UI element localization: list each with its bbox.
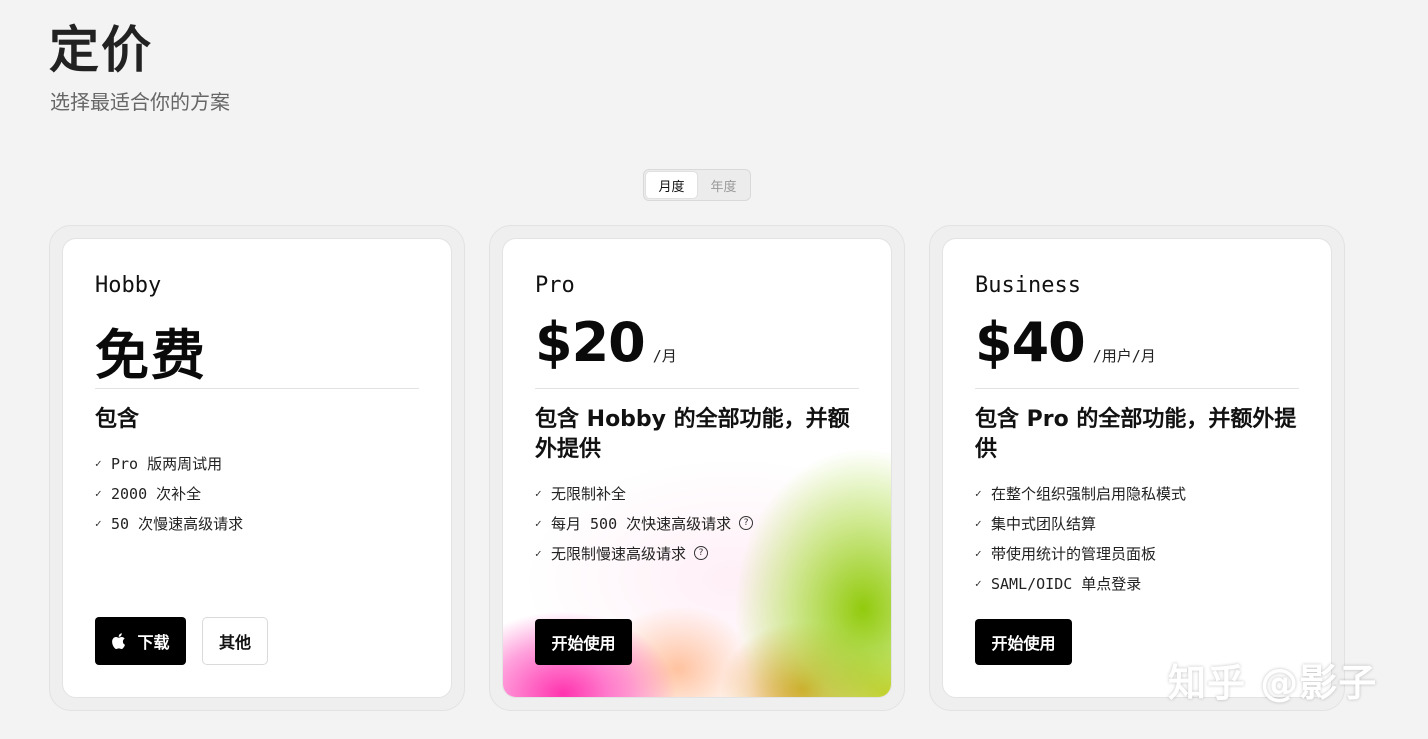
feature-item: ✓ 无限制慢速高级请求?	[535, 538, 753, 568]
divider	[975, 388, 1299, 389]
price-unit: /月	[652, 347, 677, 365]
check-icon: ✓	[95, 516, 102, 530]
plan-card-business-frame: Business $40 /用户/月 包含 Pro 的全部功能，并额外提供 ✓ 在…	[929, 225, 1345, 711]
other-button[interactable]: 其他	[202, 617, 268, 665]
feature-text: 集中式团队结算	[991, 514, 1097, 533]
feature-text: Pro 版两周试用	[111, 454, 223, 473]
page-subtitle: 选择最适合你的方案	[50, 90, 230, 114]
other-button-label: 其他	[218, 633, 251, 652]
feature-item: ✓ 带使用统计的管理员面板	[975, 538, 1186, 568]
feature-item: ✓ SAML/OIDC 单点登录	[975, 568, 1186, 598]
plan-card-business: Business $40 /用户/月 包含 Pro 的全部功能，并额外提供 ✓ 在…	[942, 238, 1332, 698]
feature-text: 无限制补全	[551, 484, 627, 503]
get-started-button[interactable]: 开始使用	[975, 619, 1072, 665]
feature-list: ✓ 在整个组织强制启用隐私模式 ✓ 集中式团队结算 ✓ 带使用统计的管理员面板 ✓ SA…	[975, 478, 1186, 598]
feature-text: 每月 500 次快速高级请求	[551, 514, 732, 533]
check-icon: ✓	[975, 486, 982, 500]
toggle-monthly[interactable]: 月度	[645, 171, 698, 199]
check-icon: ✓	[975, 546, 982, 560]
feature-list: ✓ Pro 版两周试用 ✓ 2000 次补全 ✓ 50 次慢速高级请求	[95, 448, 243, 538]
get-started-button[interactable]: 开始使用	[535, 619, 632, 665]
page-title: 定价	[49, 21, 153, 79]
plan-price: $40	[975, 311, 1086, 374]
divider	[535, 388, 859, 389]
plan-card-hobby-frame: Hobby 免费 包含 ✓ Pro 版两周试用 ✓ 2000 次补全 ✓ 50 次慢速…	[49, 225, 465, 711]
download-button-label: 下载	[137, 633, 170, 652]
check-icon: ✓	[975, 516, 982, 530]
feature-text: 带使用统计的管理员面板	[991, 544, 1157, 563]
feature-item: ✓ 在整个组织强制启用隐私模式	[975, 478, 1186, 508]
includes-heading: 包含 Pro 的全部功能，并额外提供	[975, 407, 1297, 462]
plan-card-hobby: Hobby 免费 包含 ✓ Pro 版两周试用 ✓ 2000 次补全 ✓ 50 次慢速…	[62, 238, 452, 698]
apple-icon	[112, 633, 126, 649]
plan-name: Hobby	[95, 273, 162, 298]
feature-text: 2000 次补全	[111, 484, 202, 503]
check-icon: ✓	[535, 546, 542, 560]
check-icon: ✓	[975, 576, 982, 590]
feature-item: ✓ 每月 500 次快速高级请求?	[535, 508, 754, 538]
check-icon: ✓	[95, 486, 102, 500]
help-icon[interactable]: ?	[739, 516, 754, 530]
price-row: $20 /月	[535, 311, 677, 374]
divider	[95, 388, 419, 389]
plan-card-pro: Pro $20 /月 包含 Hobby 的全部功能，并额外提供 ✓ 无限制补全 ✓…	[502, 238, 892, 698]
plan-name: Business	[975, 273, 1081, 298]
includes-heading: 包含	[95, 407, 140, 432]
plan-name: Pro	[535, 273, 575, 298]
check-icon: ✓	[535, 486, 542, 500]
download-button[interactable]: 下载	[95, 617, 186, 665]
help-icon[interactable]: ?	[694, 546, 709, 560]
feature-list: ✓ 无限制补全 ✓ 每月 500 次快速高级请求? ✓ 无限制慢速高级请求?	[535, 478, 754, 568]
check-icon: ✓	[535, 516, 542, 530]
feature-item: ✓ Pro 版两周试用	[95, 448, 243, 478]
feature-item: ✓ 集中式团队结算	[975, 508, 1186, 538]
check-icon: ✓	[95, 456, 102, 470]
watermark: 知乎 @影子	[1168, 661, 1378, 705]
feature-text: SAML/OIDC 单点登录	[991, 574, 1142, 593]
feature-item: ✓ 无限制补全	[535, 478, 753, 508]
price-row: 免费	[95, 311, 207, 390]
feature-text: 在整个组织强制启用隐私模式	[991, 484, 1187, 503]
price-unit: /用户/月	[1092, 347, 1156, 365]
feature-text: 无限制慢速高级请求	[551, 544, 687, 563]
get-started-button-label: 开始使用	[551, 634, 616, 653]
billing-period-toggle: 月度 年度	[643, 169, 751, 201]
feature-item: ✓ 50 次慢速高级请求	[95, 508, 243, 538]
plan-card-pro-frame: Pro $20 /月 包含 Hobby 的全部功能，并额外提供 ✓ 无限制补全 ✓…	[489, 225, 905, 711]
feature-item: ✓ 2000 次补全	[95, 478, 243, 508]
get-started-button-label: 开始使用	[991, 634, 1056, 653]
plan-price: 免费	[95, 324, 207, 387]
includes-heading: 包含 Hobby 的全部功能，并额外提供	[535, 407, 850, 462]
plan-price: $20	[535, 311, 646, 374]
toggle-yearly[interactable]: 年度	[698, 171, 749, 199]
price-row: $40 /用户/月	[975, 311, 1156, 374]
feature-text: 50 次慢速高级请求	[111, 514, 244, 533]
